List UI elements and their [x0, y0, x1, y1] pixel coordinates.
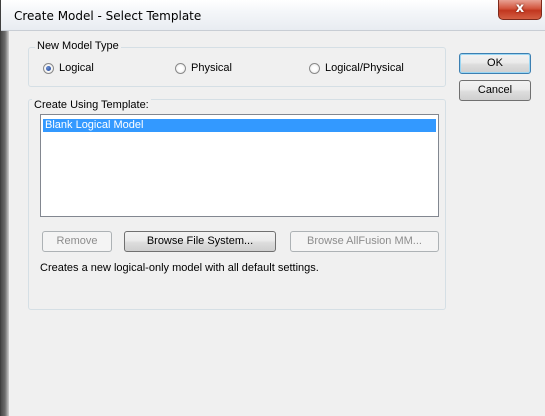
radio-logical-label: Logical [59, 62, 94, 74]
title-bar[interactable]: Create Model - Select Template x [1, 0, 545, 31]
background-window-edge [1, 0, 9, 416]
create-model-dialog: Create Model - Select Template x New Mod… [0, 0, 545, 416]
template-legend: Create Using Template: [32, 99, 151, 111]
close-icon: x [515, 1, 525, 16]
dialog-client-area: New Model Type Logical Physical Logical/… [9, 31, 545, 416]
template-description: Creates a new logical-only model with al… [40, 262, 319, 274]
template-listbox[interactable]: Blank Logical Model [40, 114, 439, 217]
radio-physical[interactable]: Physical [175, 62, 232, 74]
browse-file-system-button[interactable]: Browse File System... [124, 231, 276, 252]
radio-logical-physical-label: Logical/Physical [325, 62, 404, 74]
radio-logical-indicator[interactable] [43, 62, 54, 74]
remove-button[interactable]: Remove [42, 231, 112, 252]
ok-button[interactable]: OK [459, 53, 531, 74]
close-button[interactable]: x [498, 0, 542, 20]
radio-logical-physical-indicator[interactable] [309, 62, 320, 74]
radio-selected-dot [46, 65, 51, 71]
radio-logical-physical[interactable]: Logical/Physical [309, 62, 404, 74]
model-type-group: New Model Type Logical Physical Logical/… [28, 40, 446, 87]
radio-logical[interactable]: Logical [43, 62, 94, 74]
browse-allfusion-button[interactable]: Browse AllFusion MM... [290, 231, 439, 252]
cancel-button[interactable]: Cancel [459, 80, 531, 101]
dialog-title: Create Model - Select Template [14, 9, 202, 23]
model-type-legend: New Model Type [35, 40, 121, 52]
list-item-blank-logical-model[interactable]: Blank Logical Model [43, 119, 436, 132]
radio-physical-label: Physical [191, 62, 232, 74]
radio-physical-indicator[interactable] [175, 62, 186, 74]
